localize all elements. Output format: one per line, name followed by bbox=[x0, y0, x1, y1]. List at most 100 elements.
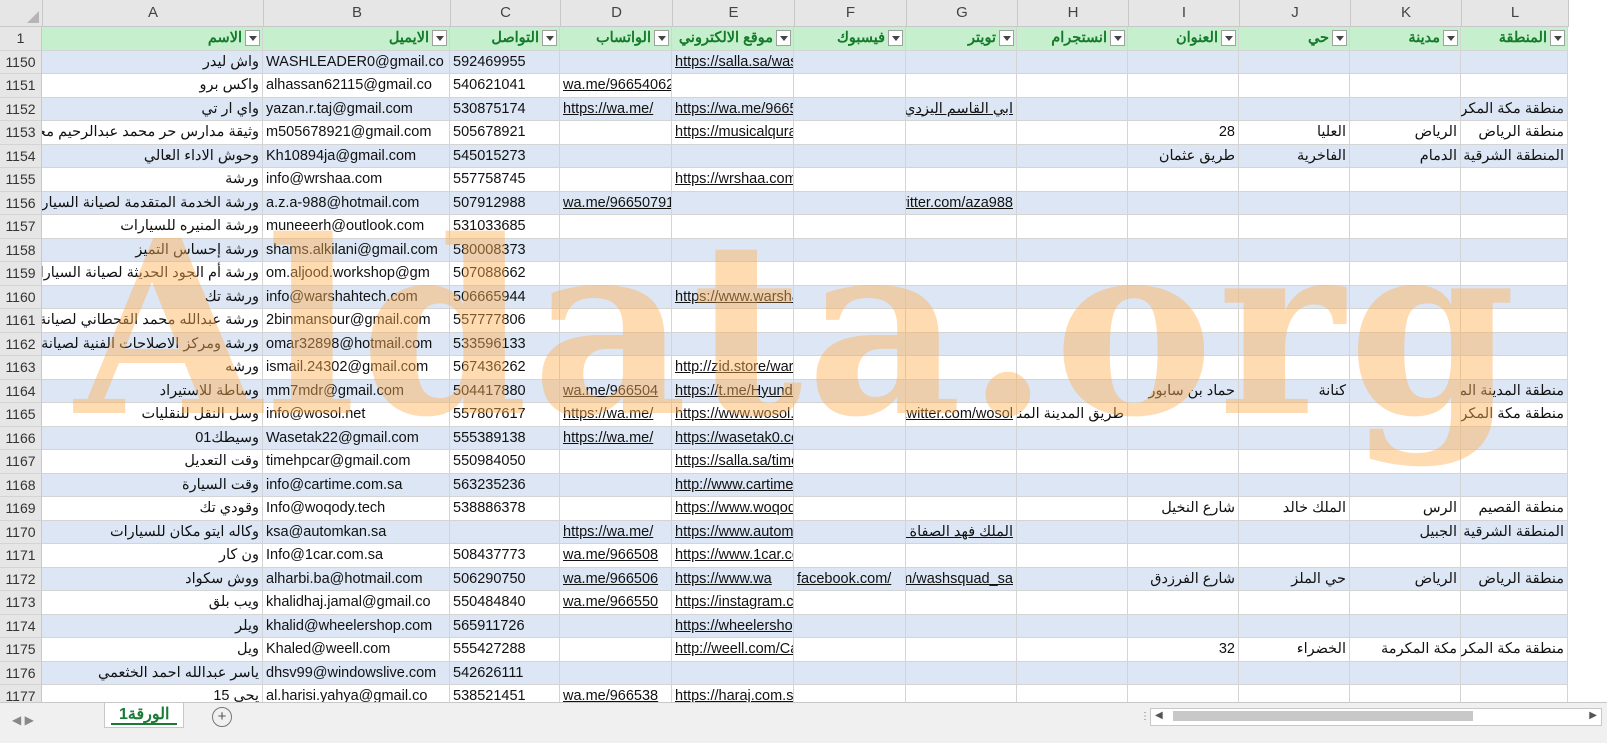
cell[interactable]: منطقة مكة المكرمة bbox=[1461, 638, 1568, 662]
cell[interactable]: 565911726 bbox=[450, 614, 560, 638]
cell[interactable] bbox=[560, 356, 672, 380]
cell[interactable]: https://salla.sa/wash-leader bbox=[672, 50, 794, 74]
cell[interactable] bbox=[1239, 50, 1350, 74]
cell[interactable] bbox=[906, 544, 1017, 568]
cell[interactable] bbox=[1128, 238, 1239, 262]
cell[interactable] bbox=[906, 144, 1017, 168]
cell[interactable] bbox=[560, 473, 672, 497]
header-cell-c[interactable]: التواصل bbox=[450, 27, 560, 51]
cell[interactable]: m505678921@gmail.com bbox=[263, 121, 450, 145]
cell[interactable]: ياسر عبدالله احمد الخثعمي bbox=[42, 661, 263, 685]
cell[interactable]: https://wasetak0.com/ bbox=[672, 426, 794, 450]
cell[interactable] bbox=[906, 591, 1017, 615]
cell[interactable]: وقت التعديل bbox=[42, 450, 263, 474]
cell[interactable] bbox=[1239, 356, 1350, 380]
splitter-icon[interactable]: ⋮ bbox=[1140, 711, 1150, 722]
cell[interactable] bbox=[794, 356, 906, 380]
column-header-g[interactable]: G bbox=[907, 0, 1018, 26]
cell[interactable] bbox=[1017, 74, 1128, 98]
cell[interactable] bbox=[1017, 309, 1128, 333]
header-cell-d[interactable]: الواتساب bbox=[560, 27, 672, 51]
cell[interactable] bbox=[1461, 74, 1568, 98]
cell[interactable] bbox=[1128, 97, 1239, 121]
row-number[interactable]: 1171 bbox=[0, 544, 42, 568]
scroll-left-icon[interactable]: ◀ bbox=[1155, 710, 1163, 721]
cell[interactable]: muneeerh@outlook.com bbox=[263, 215, 450, 239]
cell[interactable]: https://wa.me/ bbox=[560, 403, 672, 427]
cell[interactable]: ismail.24302@gmail.com bbox=[263, 356, 450, 380]
cell[interactable] bbox=[1461, 191, 1568, 215]
cell[interactable] bbox=[1017, 426, 1128, 450]
cell[interactable] bbox=[1017, 520, 1128, 544]
cell[interactable]: 592469955 bbox=[450, 50, 560, 74]
cell[interactable] bbox=[1461, 285, 1568, 309]
cell[interactable] bbox=[560, 450, 672, 474]
cell[interactable]: منطقة مكة المكرمة جدة bbox=[1461, 403, 1568, 427]
header-cell-l[interactable]: المنطقة bbox=[1461, 27, 1568, 51]
cell[interactable]: منطقة المدينة المنورة الجرف bbox=[1461, 379, 1568, 403]
cell[interactable] bbox=[672, 144, 794, 168]
cell[interactable] bbox=[672, 309, 794, 333]
header-cell-h[interactable]: انستجرام bbox=[1017, 27, 1128, 51]
cell[interactable]: شارع النخيل bbox=[1128, 497, 1239, 521]
cell[interactable] bbox=[1350, 591, 1461, 615]
cell[interactable]: info@wosol.net bbox=[263, 403, 450, 427]
cell[interactable]: طريق عثمان bbox=[1128, 144, 1239, 168]
filter-dropdown-icon[interactable] bbox=[1221, 30, 1236, 46]
header-cell-e[interactable]: موقع الالكتروني bbox=[672, 27, 794, 51]
cell[interactable] bbox=[672, 191, 794, 215]
column-header-k[interactable]: K bbox=[1351, 0, 1462, 26]
row-number[interactable]: 1169 bbox=[0, 497, 42, 521]
cell[interactable]: https://instagram.com/whip_plug1?igshid=… bbox=[672, 591, 794, 615]
row-number[interactable]: 1152 bbox=[0, 97, 42, 121]
cell[interactable] bbox=[1017, 215, 1128, 239]
scroll-thumb[interactable] bbox=[1173, 711, 1473, 721]
cell[interactable] bbox=[1128, 450, 1239, 474]
filter-dropdown-icon[interactable] bbox=[776, 30, 791, 46]
cell[interactable]: https://twitter.com/wosol bbox=[906, 403, 1017, 427]
cell[interactable] bbox=[906, 262, 1017, 286]
cell[interactable] bbox=[1350, 285, 1461, 309]
cell[interactable]: om.aljood.workshop@gm bbox=[263, 262, 450, 286]
cell[interactable]: ويل bbox=[42, 638, 263, 662]
cell[interactable]: 563235236 bbox=[450, 473, 560, 497]
cell[interactable]: واي ار تي bbox=[42, 97, 263, 121]
row-number[interactable]: 1154 bbox=[0, 144, 42, 168]
cell[interactable]: ورشة أم الجود الحديثة لصيانة السيارات bbox=[42, 262, 263, 286]
cell[interactable]: info@cartime.com.sa bbox=[263, 473, 450, 497]
column-header-l[interactable]: L bbox=[1462, 0, 1569, 26]
cell[interactable] bbox=[1128, 591, 1239, 615]
cell[interactable] bbox=[560, 332, 672, 356]
cell[interactable]: alhassan62115@gmail.co bbox=[263, 74, 450, 98]
cell[interactable] bbox=[794, 497, 906, 521]
cell[interactable]: العليا bbox=[1239, 121, 1350, 145]
cell[interactable]: 545015273 bbox=[450, 144, 560, 168]
cell[interactable]: وسل النقل للنقليات bbox=[42, 403, 263, 427]
cell[interactable]: https://www.automkan.sa bbox=[672, 520, 794, 544]
cell[interactable] bbox=[560, 497, 672, 521]
cell[interactable]: 557807617 bbox=[450, 403, 560, 427]
cell[interactable]: 504417880 bbox=[450, 379, 560, 403]
cell[interactable]: 505678921 bbox=[450, 121, 560, 145]
cell[interactable] bbox=[1239, 168, 1350, 192]
cell[interactable] bbox=[1461, 50, 1568, 74]
row-number[interactable]: 1158 bbox=[0, 238, 42, 262]
cell[interactable]: a.z.a-988@hotmail.com bbox=[263, 191, 450, 215]
column-header-b[interactable]: B bbox=[264, 0, 451, 26]
cell[interactable]: http://weell.com/CarRental/main/LandingP… bbox=[672, 638, 794, 662]
cell[interactable]: Info@woqody.tech bbox=[263, 497, 450, 521]
cell[interactable]: الخضراء bbox=[1239, 638, 1350, 662]
cell[interactable] bbox=[1461, 215, 1568, 239]
cell[interactable] bbox=[794, 332, 906, 356]
cell[interactable] bbox=[794, 309, 906, 333]
cell[interactable] bbox=[906, 356, 1017, 380]
cell[interactable] bbox=[1017, 614, 1128, 638]
cell[interactable] bbox=[1239, 403, 1350, 427]
cell[interactable] bbox=[794, 191, 906, 215]
cell[interactable] bbox=[1017, 144, 1128, 168]
row-number[interactable]: 1159 bbox=[0, 262, 42, 286]
cell[interactable]: https://wheelershop.com/ bbox=[672, 614, 794, 638]
cell[interactable] bbox=[794, 50, 906, 74]
cell[interactable] bbox=[1017, 591, 1128, 615]
cell[interactable]: timehpcar@gmail.com bbox=[263, 450, 450, 474]
